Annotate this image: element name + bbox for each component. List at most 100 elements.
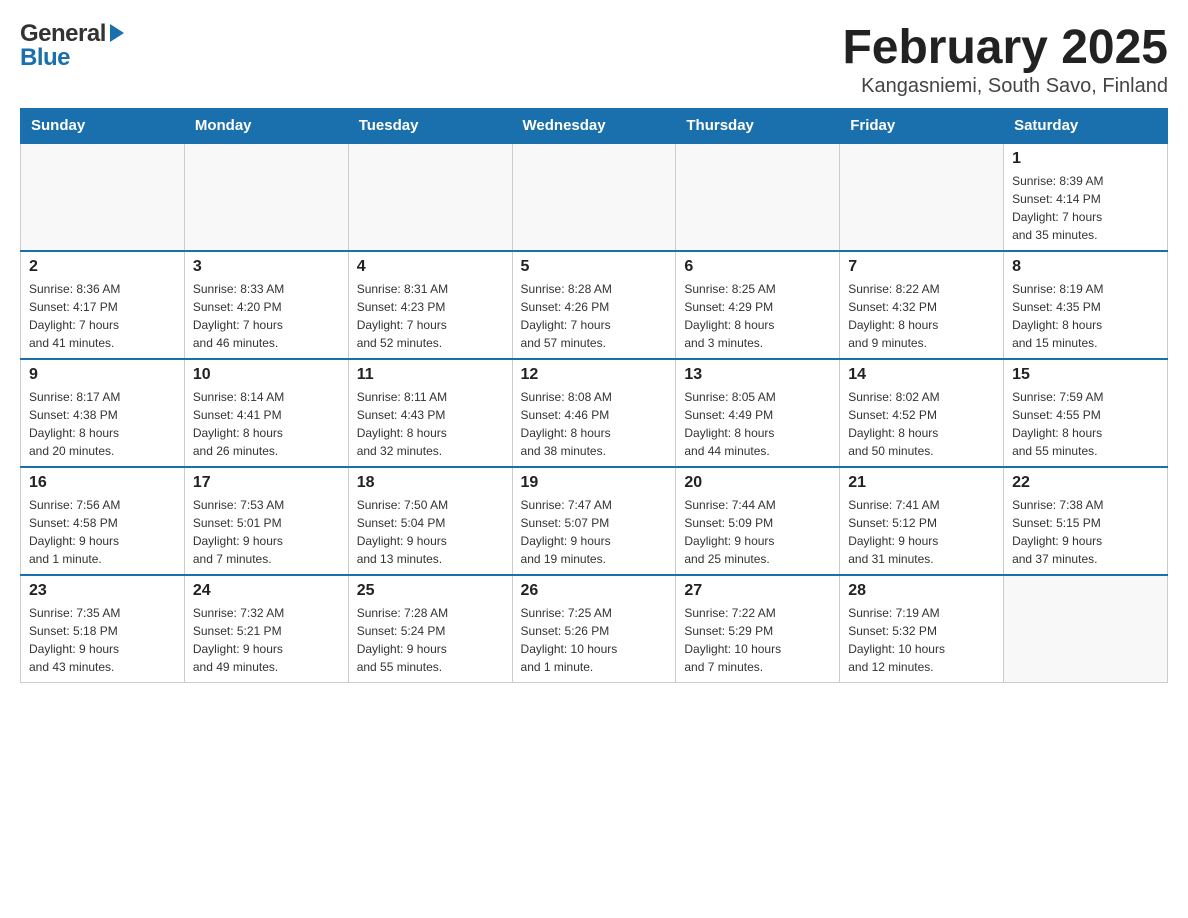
logo: General Blue [20,20,124,72]
weekday-header-row: SundayMondayTuesdayWednesdayThursdayFrid… [21,109,1168,144]
day-number: 28 [848,582,995,600]
calendar-cell [348,143,512,251]
day-info: Sunrise: 8:28 AM Sunset: 4:26 PM Dayligh… [521,280,668,352]
day-number: 20 [684,474,831,492]
weekday-header-saturday: Saturday [1004,109,1168,144]
day-number: 6 [684,258,831,276]
calendar-table: SundayMondayTuesdayWednesdayThursdayFrid… [20,108,1168,683]
day-info: Sunrise: 7:28 AM Sunset: 5:24 PM Dayligh… [357,604,504,676]
day-info: Sunrise: 7:44 AM Sunset: 5:09 PM Dayligh… [684,496,831,568]
calendar-cell: 13Sunrise: 8:05 AM Sunset: 4:49 PM Dayli… [676,359,840,467]
day-number: 14 [848,366,995,384]
title-block: February 2025 Kangasniemi, South Savo, F… [842,20,1168,98]
weekday-header-thursday: Thursday [676,109,840,144]
calendar-title: February 2025 [842,20,1168,75]
day-info: Sunrise: 8:25 AM Sunset: 4:29 PM Dayligh… [684,280,831,352]
calendar-cell: 28 Sunrise: 7:19 AM Sunset: 5:32 PM Dayli… [840,575,1004,683]
calendar-cell: 5 Sunrise: 8:28 AM Sunset: 4:26 PM Daylig… [512,251,676,359]
weekday-header-tuesday: Tuesday [348,109,512,144]
calendar-cell: 14 Sunrise: 8:02 AM Sunset: 4:52 PM Dayli… [840,359,1004,467]
day-number: 22 [1012,474,1159,492]
day-info: Sunrise: 7:47 AM Sunset: 5:07 PM Dayligh… [521,496,668,568]
day-number: 4 [357,258,504,276]
day-number: 25 [357,582,504,600]
calendar-cell: 15 Sunrise: 7:59 AM Sunset: 4:55 PM Dayli… [1004,359,1168,467]
day-number: 10 [193,366,340,384]
day-info: Sunrise: 8:33 AM Sunset: 4:20 PM Dayligh… [193,280,340,352]
page-header: General Blue February 2025 Kangasniemi, … [20,20,1168,98]
day-number: 19 [521,474,668,492]
day-info: Sunrise: 8:39 AM Sunset: 4:14 PM Dayligh… [1012,172,1159,244]
day-number: 17 [193,474,340,492]
calendar-cell: 4 Sunrise: 8:31 AM Sunset: 4:23 PM Daylig… [348,251,512,359]
calendar-cell: 8 Sunrise: 8:19 AM Sunset: 4:35 PM Daylig… [1004,251,1168,359]
calendar-cell: 1 Sunrise: 8:39 AM Sunset: 4:14 PM Daylig… [1004,143,1168,251]
week-row-5: 23 Sunrise: 7:35 AM Sunset: 5:18 PM Dayli… [21,575,1168,683]
day-info: Sunrise: 7:41 AM Sunset: 5:12 PM Dayligh… [848,496,995,568]
day-number: 26 [521,582,668,600]
weekday-header-friday: Friday [840,109,1004,144]
day-number: 3 [193,258,340,276]
calendar-subtitle: Kangasniemi, South Savo, Finland [842,75,1168,98]
day-info: Sunrise: 7:25 AM Sunset: 5:26 PM Dayligh… [521,604,668,676]
day-info: Sunrise: 7:32 AM Sunset: 5:21 PM Dayligh… [193,604,340,676]
calendar-cell: 19 Sunrise: 7:47 AM Sunset: 5:07 PM Dayli… [512,467,676,575]
day-number: 11 [357,366,504,384]
day-number: 27 [684,582,831,600]
calendar-cell: 2Sunrise: 8:36 AM Sunset: 4:17 PM Daylig… [21,251,185,359]
day-info: Sunrise: 7:56 AM Sunset: 4:58 PM Dayligh… [29,496,176,568]
weekday-header-monday: Monday [184,109,348,144]
day-info: Sunrise: 8:11 AM Sunset: 4:43 PM Dayligh… [357,388,504,460]
calendar-cell: 27 Sunrise: 7:22 AM Sunset: 5:29 PM Dayli… [676,575,840,683]
calendar-cell: 26 Sunrise: 7:25 AM Sunset: 5:26 PM Dayli… [512,575,676,683]
calendar-cell: 3 Sunrise: 8:33 AM Sunset: 4:20 PM Daylig… [184,251,348,359]
week-row-4: 16 Sunrise: 7:56 AM Sunset: 4:58 PM Dayli… [21,467,1168,575]
day-number: 15 [1012,366,1159,384]
day-number: 2 [29,258,176,276]
calendar-cell: 10 Sunrise: 8:14 AM Sunset: 4:41 PM Dayli… [184,359,348,467]
calendar-cell: 17 Sunrise: 7:53 AM Sunset: 5:01 PM Dayli… [184,467,348,575]
day-number: 16 [29,474,176,492]
calendar-cell: 12Sunrise: 8:08 AM Sunset: 4:46 PM Dayli… [512,359,676,467]
calendar-cell [1004,575,1168,683]
calendar-cell: 6 Sunrise: 8:25 AM Sunset: 4:29 PM Daylig… [676,251,840,359]
day-info: Sunrise: 8:14 AM Sunset: 4:41 PM Dayligh… [193,388,340,460]
calendar-cell [512,143,676,251]
day-info: Sunrise: 8:19 AM Sunset: 4:35 PM Dayligh… [1012,280,1159,352]
weekday-header-sunday: Sunday [21,109,185,144]
calendar-cell [184,143,348,251]
calendar-cell: 11 Sunrise: 8:11 AM Sunset: 4:43 PM Dayli… [348,359,512,467]
day-info: Sunrise: 7:22 AM Sunset: 5:29 PM Dayligh… [684,604,831,676]
calendar-cell: 21Sunrise: 7:41 AM Sunset: 5:12 PM Dayli… [840,467,1004,575]
day-info: Sunrise: 7:35 AM Sunset: 5:18 PM Dayligh… [29,604,176,676]
calendar-cell: 24 Sunrise: 7:32 AM Sunset: 5:21 PM Dayli… [184,575,348,683]
calendar-cell: 18 Sunrise: 7:50 AM Sunset: 5:04 PM Dayli… [348,467,512,575]
day-number: 18 [357,474,504,492]
calendar-cell [840,143,1004,251]
week-row-3: 9Sunrise: 8:17 AM Sunset: 4:38 PM Daylig… [21,359,1168,467]
day-info: Sunrise: 7:53 AM Sunset: 5:01 PM Dayligh… [193,496,340,568]
day-info: Sunrise: 7:50 AM Sunset: 5:04 PM Dayligh… [357,496,504,568]
day-info: Sunrise: 8:05 AM Sunset: 4:49 PM Dayligh… [684,388,831,460]
day-number: 7 [848,258,995,276]
day-number: 8 [1012,258,1159,276]
day-number: 24 [193,582,340,600]
calendar-cell: 23 Sunrise: 7:35 AM Sunset: 5:18 PM Dayli… [21,575,185,683]
day-number: 1 [1012,150,1159,168]
day-info: Sunrise: 7:19 AM Sunset: 5:32 PM Dayligh… [848,604,995,676]
day-info: Sunrise: 7:59 AM Sunset: 4:55 PM Dayligh… [1012,388,1159,460]
calendar-cell: 20 Sunrise: 7:44 AM Sunset: 5:09 PM Dayli… [676,467,840,575]
week-row-1: 1 Sunrise: 8:39 AM Sunset: 4:14 PM Daylig… [21,143,1168,251]
calendar-cell: 25 Sunrise: 7:28 AM Sunset: 5:24 PM Dayli… [348,575,512,683]
day-info: Sunrise: 8:31 AM Sunset: 4:23 PM Dayligh… [357,280,504,352]
logo-triangle-icon [110,24,124,42]
calendar-cell: 22Sunrise: 7:38 AM Sunset: 5:15 PM Dayli… [1004,467,1168,575]
day-info: Sunrise: 8:22 AM Sunset: 4:32 PM Dayligh… [848,280,995,352]
calendar-cell [676,143,840,251]
day-info: Sunrise: 8:02 AM Sunset: 4:52 PM Dayligh… [848,388,995,460]
week-row-2: 2Sunrise: 8:36 AM Sunset: 4:17 PM Daylig… [21,251,1168,359]
day-info: Sunrise: 8:17 AM Sunset: 4:38 PM Dayligh… [29,388,176,460]
day-number: 23 [29,582,176,600]
day-number: 5 [521,258,668,276]
logo-blue: Blue [20,44,70,72]
